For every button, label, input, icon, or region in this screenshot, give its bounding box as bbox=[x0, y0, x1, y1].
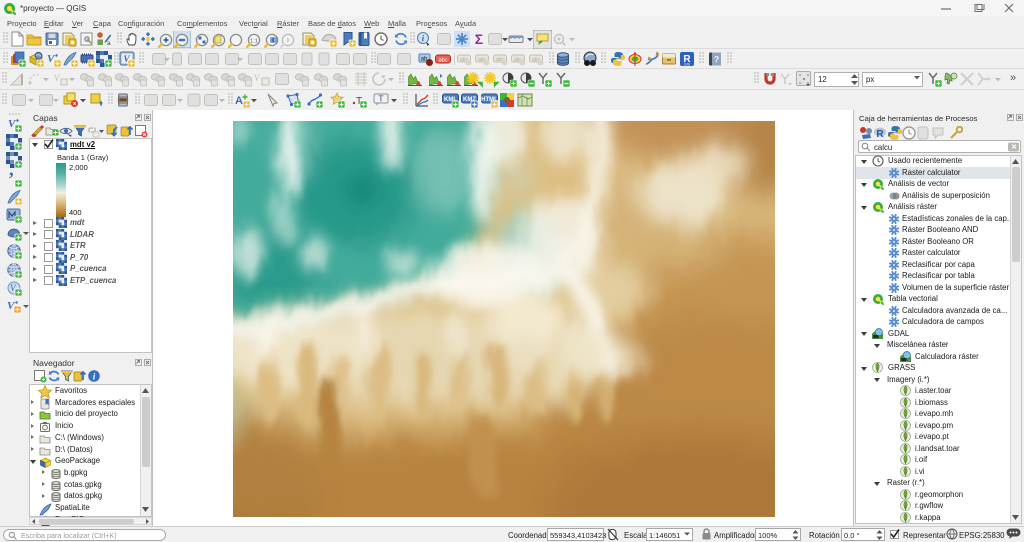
svg-text:A: A bbox=[235, 95, 243, 107]
svg-text:’: ’ bbox=[8, 171, 14, 187]
svg-text:GIS: GIS bbox=[684, 63, 691, 67]
svg-text:V: V bbox=[54, 73, 61, 83]
svg-text:V: V bbox=[254, 73, 261, 83]
svg-text:Σ: Σ bbox=[475, 31, 483, 47]
svg-text:a: a bbox=[107, 40, 111, 47]
svg-text:R: R bbox=[876, 129, 884, 140]
svg-text:T: T bbox=[379, 95, 384, 104]
svg-text:?: ? bbox=[714, 55, 720, 65]
svg-text:1:1: 1:1 bbox=[250, 39, 258, 45]
svg-text:abc: abc bbox=[439, 58, 448, 64]
